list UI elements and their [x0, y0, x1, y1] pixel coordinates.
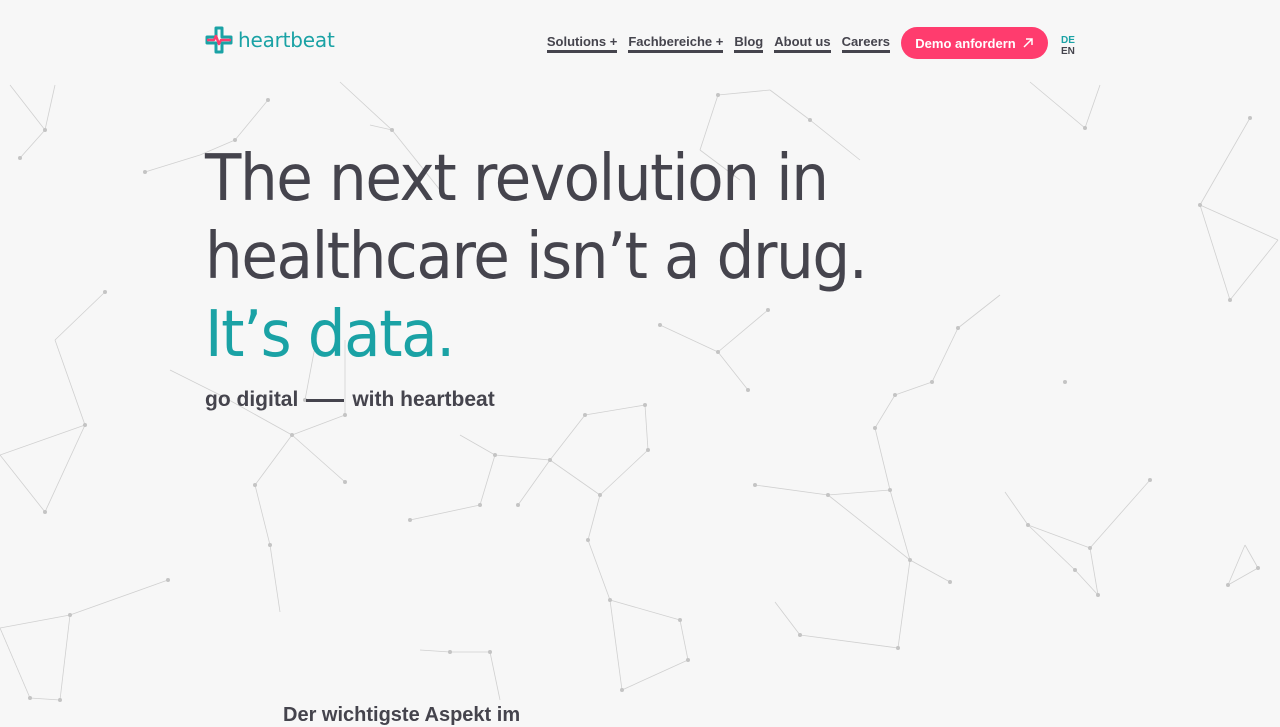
- demo-request-button[interactable]: Demo anfordern: [901, 27, 1048, 59]
- heartbeat-cross-icon: [205, 26, 233, 54]
- hero-line-2: healthcare isn’t a drug.: [205, 220, 868, 294]
- tagline-dash: [306, 398, 345, 402]
- nav-item-about-us[interactable]: About us: [774, 34, 831, 53]
- nav-item-solutions[interactable]: Solutions +: [546, 34, 618, 53]
- arrow-up-right-icon: [1023, 38, 1033, 48]
- hero-heading: The next revolution in healthcare isn’t …: [205, 140, 916, 374]
- logo-text: heartbeat: [238, 28, 335, 52]
- hero-line-1: The next revolution in: [205, 142, 829, 216]
- hero-tagline: go digital with heartbeat: [205, 388, 495, 412]
- demo-request-label: Demo anfordern: [915, 35, 1016, 51]
- nav-item-blog[interactable]: Blog: [734, 34, 764, 53]
- lang-en[interactable]: EN: [1061, 46, 1075, 57]
- logo[interactable]: heartbeat: [205, 26, 335, 54]
- main-nav: Solutions + Fachbereiche + Blog About us…: [546, 34, 890, 53]
- nav-item-fachbereiche[interactable]: Fachbereiche +: [628, 34, 724, 53]
- tagline-end: with heartbeat: [352, 388, 495, 411]
- nav-item-careers[interactable]: Careers: [841, 34, 890, 53]
- site-header: heartbeat Solutions + Fachbereiche + Blo…: [0, 0, 1280, 84]
- lang-de[interactable]: DE: [1061, 35, 1075, 46]
- tagline-start: go digital: [205, 388, 299, 411]
- hero-line-3: It’s data.: [205, 298, 455, 372]
- language-switcher: DE EN: [1061, 35, 1075, 57]
- next-section-heading: Der wichtigste Aspekt im: [283, 704, 521, 726]
